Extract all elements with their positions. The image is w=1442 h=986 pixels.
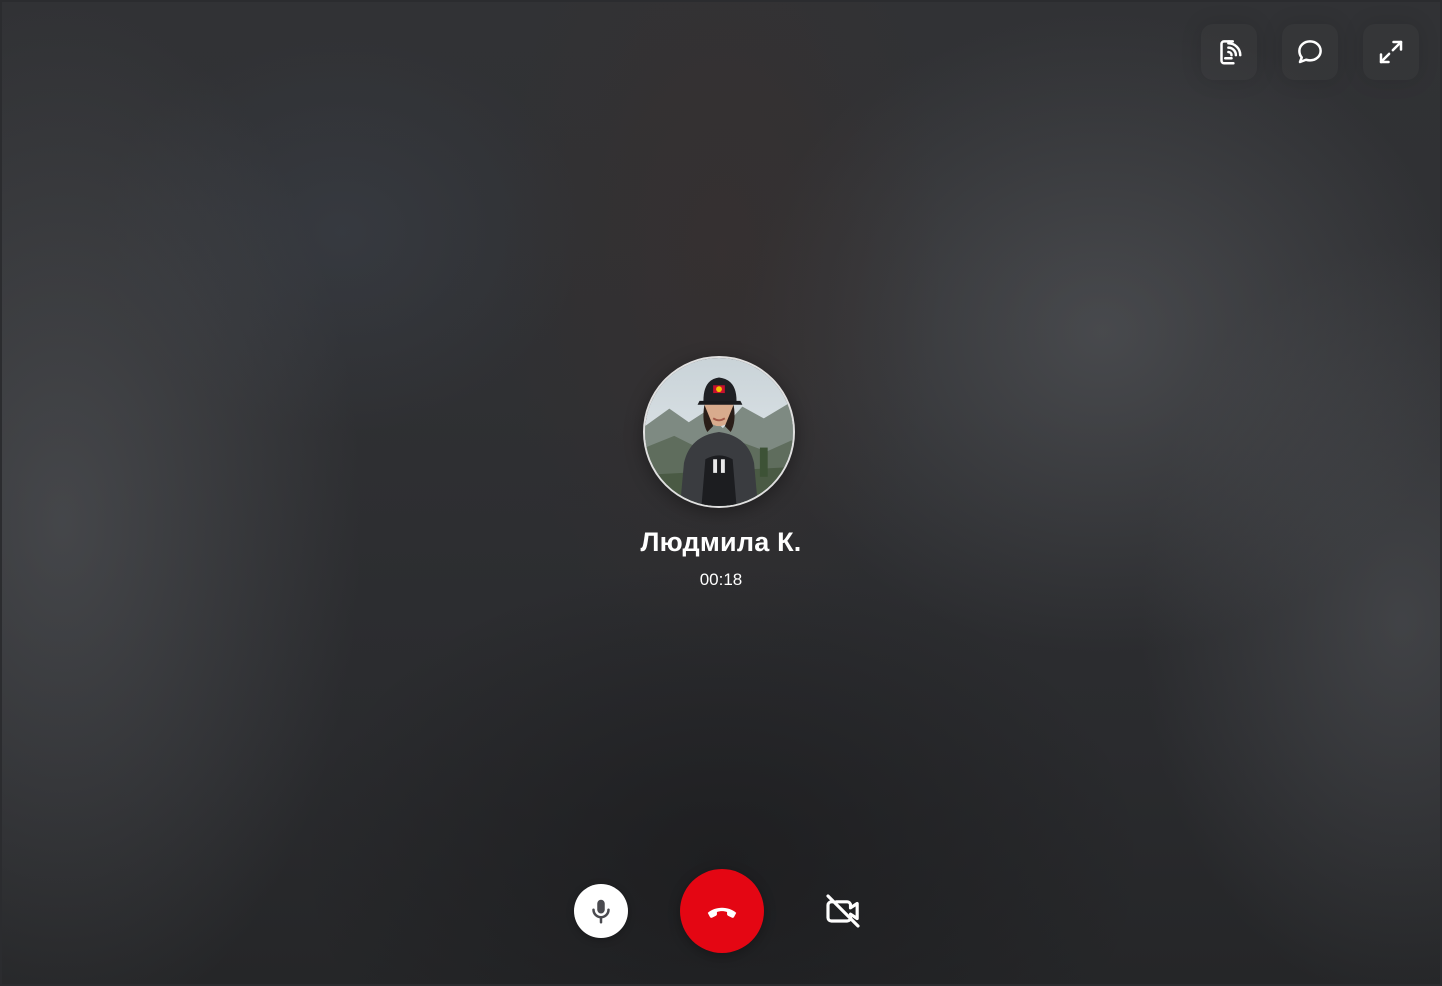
caller-name: Людмила К. — [640, 527, 802, 557]
fullscreen-icon — [1379, 40, 1403, 64]
phone-hangup-icon — [707, 907, 737, 918]
camera-toggle-button[interactable] — [816, 884, 870, 938]
microphone-icon — [592, 899, 610, 924]
screen-share-icon — [1220, 40, 1242, 65]
chat-button[interactable] — [1282, 24, 1338, 80]
hangup-button[interactable] — [680, 869, 764, 953]
chat-bubble-icon — [1298, 40, 1322, 64]
fullscreen-button[interactable] — [1363, 24, 1419, 80]
microphone-button[interactable] — [574, 884, 628, 938]
avatar-photo — [645, 358, 793, 506]
call-timer: 00:18 — [699, 570, 743, 589]
call-screen: Людмила К. 00:18 — [2, 2, 1440, 984]
screen-share-button[interactable] — [1201, 24, 1257, 80]
camera-off-icon — [826, 894, 860, 928]
avatar — [643, 356, 795, 508]
